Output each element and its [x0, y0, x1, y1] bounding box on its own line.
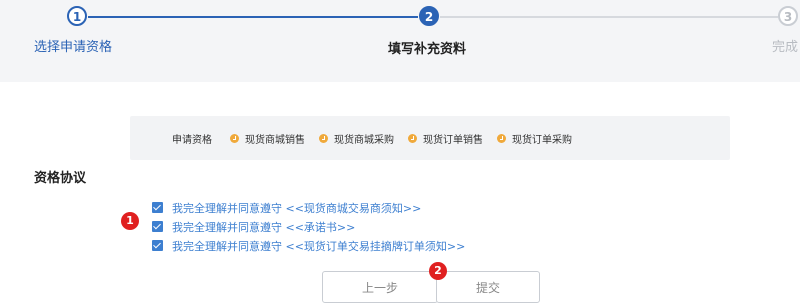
step-3-circle: 3	[778, 6, 798, 26]
step-connector-completed	[88, 16, 418, 18]
check-circle-icon	[497, 133, 506, 143]
progress-stepper: 1 2 3 选择申请资格 填写补充资料 完成	[0, 0, 800, 82]
step-1-label: 选择申请资格	[34, 40, 113, 55]
qualification-item-text: 现货订单销售	[423, 134, 483, 146]
agreement-row: 我完全理解并同意遵守 <<现货商城交易商须知>>	[152, 198, 465, 217]
previous-step-button[interactable]: 上一步	[322, 271, 438, 303]
agreement-link[interactable]: 我完全理解并同意遵守 <<承诺书>>	[172, 219, 355, 235]
qualification-item: 现货订单采购	[497, 131, 572, 146]
agreement-list: 我完全理解并同意遵守 <<现货商城交易商须知>> 我完全理解并同意遵守 <<承诺…	[152, 198, 465, 255]
qualification-item-text: 现货商城销售	[245, 134, 305, 146]
check-circle-icon	[319, 133, 328, 143]
qualification-item-text: 现货商城采购	[334, 134, 394, 146]
annotation-badge-1: 1	[121, 212, 139, 230]
qualification-item: 现货商城采购	[319, 131, 394, 146]
agreement-section-title: 资格协议	[34, 171, 87, 186]
step-3-label: 完成	[772, 40, 799, 55]
agreement-checkbox[interactable]	[152, 240, 163, 251]
step-1-circle: 1	[67, 6, 87, 26]
agreement-checkbox[interactable]	[152, 202, 163, 213]
qualification-item-text: 现货订单采购	[512, 134, 572, 146]
step-2-circle: 2	[419, 6, 439, 26]
qualification-label: 申请资格	[172, 134, 212, 146]
step-connector-pending	[440, 16, 778, 18]
agreement-row: 我完全理解并同意遵守 <<承诺书>>	[152, 217, 465, 236]
agreement-checkbox[interactable]	[152, 221, 163, 232]
check-circle-icon	[230, 133, 239, 143]
form-card: 申请资格 现货商城销售 现货商城采购 现货订单销售 现货订单采购 资格协议 我完…	[0, 82, 800, 304]
step-2-label: 填写补充资料	[388, 42, 467, 57]
check-circle-icon	[408, 133, 417, 143]
qualification-summary: 申请资格 现货商城销售 现货商城采购 现货订单销售 现货订单采购	[130, 116, 730, 160]
agreement-row: 我完全理解并同意遵守 <<现货订单交易挂摘牌订单须知>>	[152, 236, 465, 255]
qualification-item: 现货订单销售	[408, 131, 483, 146]
agreement-link[interactable]: 我完全理解并同意遵守 <<现货订单交易挂摘牌订单须知>>	[172, 238, 465, 254]
submit-button[interactable]: 提交	[436, 271, 540, 303]
qualification-item: 现货商城销售	[230, 131, 305, 146]
annotation-badge-2: 2	[429, 262, 447, 280]
agreement-link[interactable]: 我完全理解并同意遵守 <<现货商城交易商须知>>	[172, 200, 421, 216]
